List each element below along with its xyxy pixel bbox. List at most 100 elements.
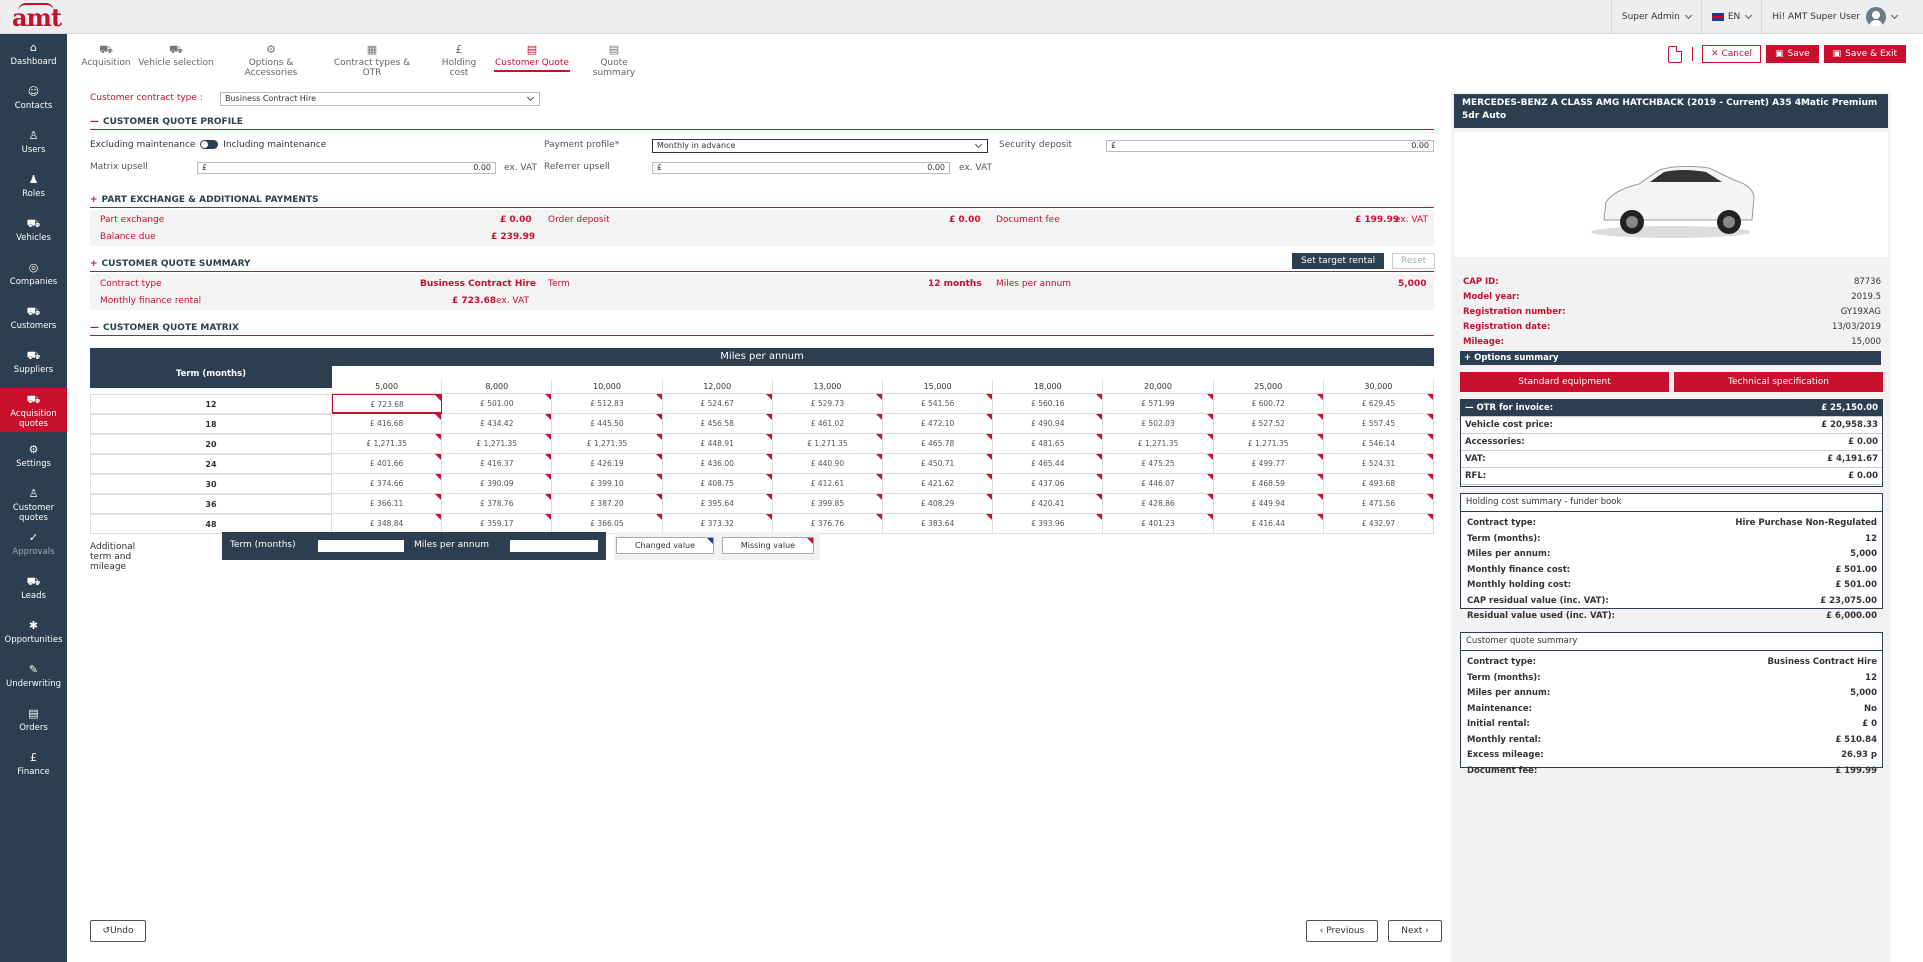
pdf-icon[interactable] bbox=[1667, 45, 1682, 63]
tab-vehicle-selection[interactable]: ⛟ Vehicle selection bbox=[138, 42, 214, 72]
tab-quote-summary[interactable]: ▤ Quote summary bbox=[578, 42, 650, 79]
standard-equipment-button[interactable]: Standard equipment bbox=[1460, 372, 1669, 392]
matrix-cell[interactable]: £ 527.52 bbox=[1213, 414, 1324, 434]
user-menu[interactable]: Hi! AMT Super User bbox=[1761, 0, 1907, 34]
matrix-cell[interactable]: £ 1,271.35 bbox=[1213, 434, 1324, 454]
sidebar-item-underwriting[interactable]: ✎ Underwriting bbox=[0, 658, 67, 702]
matrix-cell[interactable]: £ 373.32 bbox=[662, 514, 773, 534]
matrix-cell[interactable]: £ 432.97 bbox=[1323, 514, 1434, 534]
matrix-cell[interactable]: £ 437.06 bbox=[993, 474, 1104, 494]
matrix-cell[interactable]: £ 501.00 bbox=[442, 394, 553, 414]
previous-button[interactable]: ‹ Previous bbox=[1306, 920, 1378, 942]
additional-miles-input[interactable] bbox=[510, 540, 598, 552]
cancel-button[interactable]: ✕ Cancel bbox=[1701, 45, 1761, 63]
tab-customer-quote[interactable]: ▤ Customer Quote bbox=[494, 42, 570, 72]
sidebar-item-leads[interactable]: ⛟ Leads bbox=[0, 570, 67, 614]
matrix-cell[interactable]: £ 434.42 bbox=[442, 414, 553, 434]
matrix-cell[interactable]: £ 446.07 bbox=[1103, 474, 1214, 494]
sidebar-item-customer-quotes[interactable]: ♙ Customer quotes bbox=[0, 482, 67, 526]
sidebar-item-dashboard[interactable]: ⌂ Dashboard bbox=[0, 36, 67, 80]
matrix-cell[interactable]: £ 493.68 bbox=[1323, 474, 1434, 494]
options-summary-toggle[interactable]: + Options summary bbox=[1460, 351, 1881, 365]
part-exchange-section-header[interactable]: + PART EXCHANGE & ADDITIONAL PAYMENTS bbox=[90, 194, 1434, 208]
matrix-section-header[interactable]: — CUSTOMER QUOTE MATRIX bbox=[90, 322, 1434, 336]
matrix-cell[interactable]: £ 499.77 bbox=[1213, 454, 1324, 474]
sidebar-item-companies[interactable]: ◎ Companies bbox=[0, 256, 67, 300]
matrix-cell[interactable]: £ 436.00 bbox=[662, 454, 773, 474]
matrix-cell[interactable]: £ 416.44 bbox=[1213, 514, 1324, 534]
matrix-cell[interactable]: £ 468.59 bbox=[1213, 474, 1324, 494]
referrer-upsell-input[interactable]: £0.00 bbox=[652, 162, 950, 174]
additional-term-months-input[interactable] bbox=[318, 540, 404, 552]
matrix-cell[interactable]: £ 445.50 bbox=[552, 414, 663, 434]
matrix-cell[interactable]: £ 359.17 bbox=[442, 514, 553, 534]
matrix-cell[interactable]: £ 449.94 bbox=[1213, 494, 1324, 514]
matrix-cell[interactable]: £ 1,271.35 bbox=[1103, 434, 1214, 454]
matrix-cell[interactable]: £ 557.45 bbox=[1323, 414, 1434, 434]
next-button[interactable]: Next › bbox=[1388, 920, 1442, 942]
sidebar-item-users[interactable]: ♙ Users bbox=[0, 124, 67, 168]
matrix-cell[interactable]: £ 600.72 bbox=[1213, 394, 1324, 414]
sidebar-item-suppliers[interactable]: ⛟ Suppliers bbox=[0, 344, 67, 388]
matrix-cell[interactable]: £ 421.62 bbox=[883, 474, 994, 494]
matrix-cell[interactable]: £ 399.85 bbox=[772, 494, 883, 514]
matrix-cell[interactable]: £ 387.20 bbox=[552, 494, 663, 514]
technical-specification-button[interactable]: Technical specification bbox=[1674, 372, 1883, 392]
matrix-cell[interactable]: £ 366.05 bbox=[552, 514, 663, 534]
matrix-cell[interactable]: £ 395.64 bbox=[662, 494, 773, 514]
matrix-cell[interactable]: £ 465.78 bbox=[883, 434, 994, 454]
matrix-cell[interactable]: £ 524.31 bbox=[1323, 454, 1434, 474]
sidebar-item-orders[interactable]: ▤ Orders bbox=[0, 702, 67, 746]
sidebar-item-vehicles[interactable]: ⛟ Vehicles bbox=[0, 212, 67, 256]
matrix-cell[interactable]: £ 475.25 bbox=[1103, 454, 1214, 474]
sidebar-item-approvals[interactable]: ✓ Approvals bbox=[0, 526, 67, 570]
matrix-cell[interactable]: £ 546.14 bbox=[1323, 434, 1434, 454]
matrix-cell[interactable]: £ 416.68 bbox=[332, 414, 443, 434]
matrix-cell[interactable]: £ 374.66 bbox=[332, 474, 443, 494]
matrix-cell[interactable]: £ 448.91 bbox=[662, 434, 773, 454]
matrix-cell[interactable]: £ 723.68 bbox=[332, 394, 443, 414]
matrix-cell[interactable]: £ 481.65 bbox=[993, 434, 1104, 454]
matrix-cell[interactable]: £ 412.61 bbox=[772, 474, 883, 494]
matrix-cell[interactable]: £ 524.67 bbox=[662, 394, 773, 414]
matrix-cell[interactable]: £ 401.66 bbox=[332, 454, 443, 474]
matrix-cell[interactable]: £ 440.90 bbox=[772, 454, 883, 474]
matrix-cell[interactable]: £ 378.76 bbox=[442, 494, 553, 514]
matrix-cell[interactable]: £ 393.96 bbox=[993, 514, 1104, 534]
matrix-cell[interactable]: £ 512.83 bbox=[552, 394, 663, 414]
matrix-cell[interactable]: £ 629.45 bbox=[1323, 394, 1434, 414]
maintenance-toggle[interactable] bbox=[200, 140, 219, 149]
sidebar-item-finance[interactable]: £ Finance bbox=[0, 746, 67, 790]
save-button[interactable]: ▣ Save bbox=[1766, 45, 1819, 63]
matrix-cell[interactable]: £ 1,271.35 bbox=[552, 434, 663, 454]
language-dropdown[interactable]: EN bbox=[1700, 0, 1761, 34]
matrix-cell[interactable]: £ 399.10 bbox=[552, 474, 663, 494]
matrix-cell[interactable]: £ 426.19 bbox=[552, 454, 663, 474]
role-dropdown[interactable]: Super Admin bbox=[1610, 0, 1701, 34]
matrix-cell[interactable]: £ 490.94 bbox=[993, 414, 1104, 434]
sidebar-item-acquisition-quotes[interactable]: ⛟ Acquisition quotes bbox=[0, 388, 67, 432]
matrix-cell[interactable]: £ 408.75 bbox=[662, 474, 773, 494]
sidebar-item-customers[interactable]: ⛟ Customers bbox=[0, 300, 67, 344]
matrix-cell[interactable]: £ 450.71 bbox=[883, 454, 994, 474]
matrix-cell[interactable]: £ 471.56 bbox=[1323, 494, 1434, 514]
contract-type-select[interactable]: Business Contract Hire bbox=[220, 92, 540, 106]
matrix-cell[interactable]: £ 1,271.35 bbox=[772, 434, 883, 454]
matrix-cell[interactable]: £ 428.86 bbox=[1103, 494, 1214, 514]
tab-holding-cost[interactable]: £ Holding cost bbox=[432, 42, 486, 79]
sidebar-item-opportunities[interactable]: ✱ Opportunities bbox=[0, 614, 67, 658]
matrix-cell[interactable]: £ 408.29 bbox=[883, 494, 994, 514]
tab-contract-types-otr[interactable]: ▦ Contract types & OTR bbox=[326, 42, 418, 79]
matrix-cell[interactable]: £ 376.76 bbox=[772, 514, 883, 534]
set-target-rental-button[interactable]: Set target rental bbox=[1292, 253, 1385, 269]
matrix-cell[interactable]: £ 571.99 bbox=[1103, 394, 1214, 414]
matrix-cell[interactable]: £ 366.11 bbox=[332, 494, 443, 514]
save-exit-button[interactable]: ▣ Save & Exit bbox=[1823, 45, 1906, 63]
matrix-cell[interactable]: £ 383.64 bbox=[883, 514, 994, 534]
tab-acquisition[interactable]: ⛟ Acquisition bbox=[80, 42, 132, 72]
sidebar-item-contacts[interactable]: ☺ Contacts bbox=[0, 80, 67, 124]
matrix-cell[interactable]: £ 348.84 bbox=[332, 514, 443, 534]
matrix-cell[interactable]: £ 465.44 bbox=[993, 454, 1104, 474]
matrix-cell[interactable]: £ 541.56 bbox=[883, 394, 994, 414]
matrix-upsell-input[interactable]: £0.00 bbox=[197, 162, 496, 174]
